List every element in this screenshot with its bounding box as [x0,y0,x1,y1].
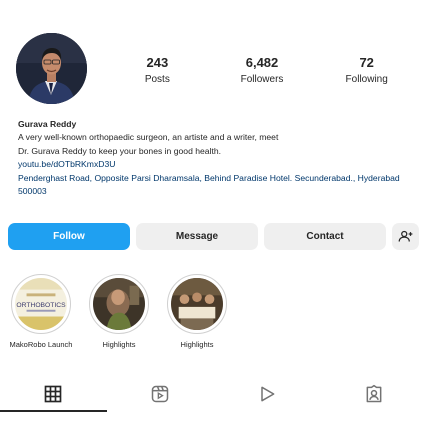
profile-name: Gurava Reddy [18,119,77,129]
profile-tabs [0,376,427,412]
tagged-icon [366,384,382,403]
contact-button[interactable]: Contact [264,223,386,250]
stat-following[interactable]: 72 Following [314,55,419,86]
highlight-ring: ORTHOBOTICS [11,274,71,334]
profile-avatar[interactable] [16,33,87,104]
posts-grid-icon [45,385,62,403]
add-user-icon [398,230,413,242]
profile-actions: Follow Message Contact [8,223,419,250]
tab-posts[interactable] [0,376,107,412]
stat-followers[interactable]: 6,482 Followers [210,55,315,86]
story-highlights: ORTHOBOTICS MakoRobo Launch Highlights H… [0,274,427,354]
highlight-item[interactable]: Highlights [157,274,237,349]
bio-link[interactable]: youtu.be/dOTbRKmxD3U [18,158,413,171]
bio-line: A very well-known orthopaedic surgeon, a… [18,132,279,143]
posts-label: Posts [144,74,170,85]
highlight-cover-2-icon [171,278,223,330]
highlight-item[interactable]: Highlights [79,274,159,349]
highlight-cover-1-icon [93,278,145,330]
suggested-users-button[interactable] [392,223,419,250]
highlight-item[interactable]: ORTHOBOTICS MakoRobo Launch [1,274,81,349]
reels-icon [151,385,169,403]
highlight-ring [89,274,149,334]
highlight-ring [167,274,227,334]
avatar-photo [16,33,87,104]
highlight-label: Highlights [180,340,214,349]
orthobotics-cover-icon: ORTHOBOTICS [15,278,67,330]
followers-count: 6,482 [245,55,279,70]
following-label: Following [345,74,388,85]
following-count: 72 [359,55,374,70]
profile-bio: Gurava Reddy A very well-known orthopaed… [18,118,413,198]
bio-address[interactable]: Penderghast Road, Opposite Parsi Dharams… [18,172,413,199]
bio-line: Dr. Gurava Reddy to keep your bones in g… [18,145,222,156]
followers-label: Followers [240,74,284,85]
profile-stats: 243 Posts 6,482 Followers 72 Following [105,55,419,86]
orthobotics-cover-text: ORTHOBOTICS [16,302,66,309]
follow-button[interactable]: Follow [8,223,130,250]
tab-videos[interactable] [214,376,321,412]
tab-tagged[interactable] [320,376,427,412]
highlight-label: MakoRobo Launch [9,340,73,349]
message-button[interactable]: Message [136,223,258,250]
tab-reels[interactable] [107,376,214,412]
video-play-icon [261,386,275,402]
highlight-label: Highlights [102,340,136,349]
posts-count: 243 [146,55,169,70]
stat-posts[interactable]: 243 Posts [105,55,210,86]
